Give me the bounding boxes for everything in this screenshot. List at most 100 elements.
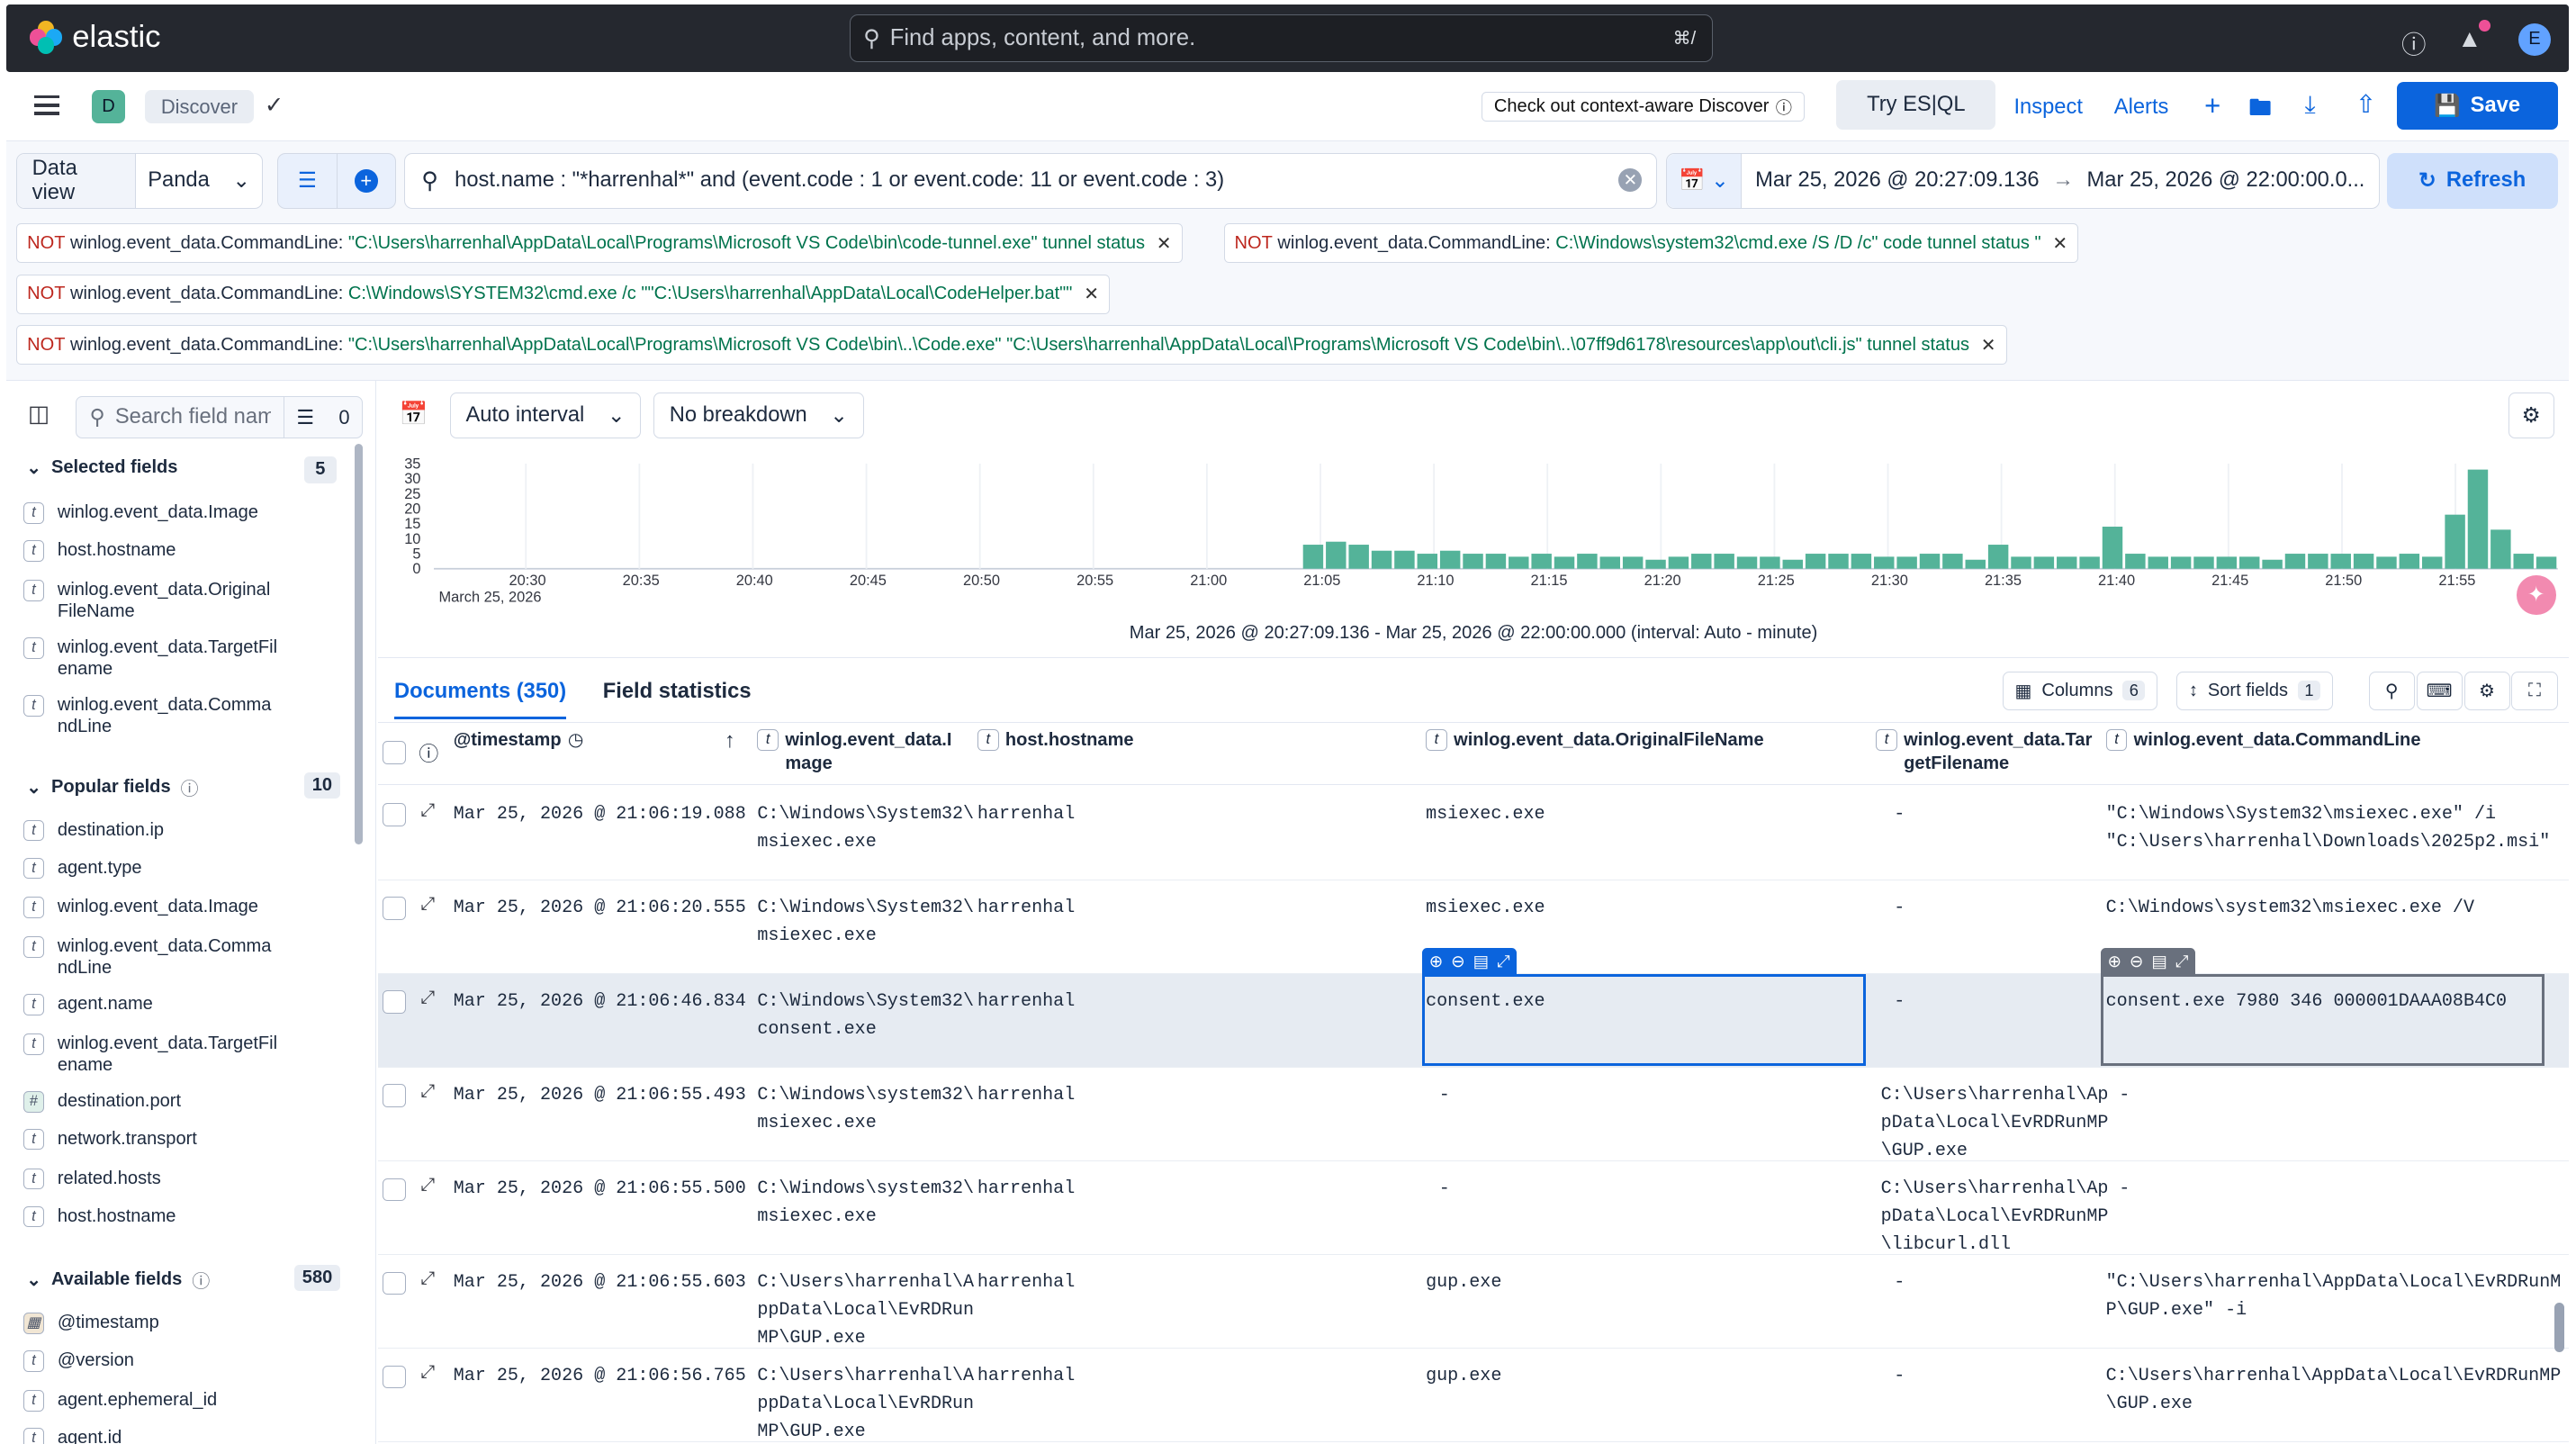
- cell-commandline[interactable]: "C:\Windows\System32\msiexec.exe" /i "C:…: [2106, 800, 2551, 856]
- new-icon[interactable]: +: [2204, 90, 2220, 122]
- expand-row-icon[interactable]: ⤢: [420, 1362, 435, 1383]
- row-checkbox[interactable]: [383, 1365, 406, 1389]
- filter-pill[interactable]: NOT winlog.event_data.CommandLine: "C:\U…: [16, 325, 2007, 366]
- cell-image[interactable]: C:\Windows\system32\ msiexec.exe: [757, 1175, 974, 1231]
- expand-row-icon[interactable]: ⤢: [420, 1175, 435, 1196]
- breakdown-select[interactable]: No breakdown ⌄: [653, 393, 864, 439]
- assistant-icon[interactable]: ✦: [2516, 574, 2556, 615]
- fullscreen-icon[interactable]: ⛶: [2511, 671, 2558, 711]
- table-row[interactable]: ⤢ Mar 25, 2026 @ 21:06:56.765 C:\Users\har…: [377, 1349, 2570, 1443]
- row-checkbox[interactable]: [383, 1178, 406, 1202]
- alerts-link[interactable]: Alerts: [2114, 95, 2169, 120]
- breadcrumb[interactable]: Discover: [144, 90, 255, 123]
- tab-documents[interactable]: Documents (350): [394, 680, 567, 720]
- field-list-item[interactable]: t agent.type: [23, 857, 352, 880]
- cell-commandline[interactable]: -: [2119, 1081, 2130, 1109]
- column-header-image[interactable]: t winlog.event_data.I mage: [757, 729, 962, 775]
- kql-query-input[interactable]: ⚲ host.name : "*harrenhal*" and (event.c…: [403, 152, 1658, 209]
- cell-originalfilename[interactable]: -: [1439, 1175, 1450, 1203]
- sort-ascending-icon[interactable]: ↑: [725, 729, 735, 754]
- date-picker[interactable]: 📅 ⌄ Mar 25, 2026 @ 20:27:09.136 → Mar 25…: [1665, 152, 2381, 209]
- expand-cell-icon[interactable]: ⤢: [2175, 952, 2189, 971]
- cell-image[interactable]: C:\Windows\System32\ msiexec.exe: [757, 894, 974, 950]
- copy-icon[interactable]: ▤: [2151, 952, 2166, 971]
- cell-targetfilename[interactable]: -: [1894, 1362, 1905, 1390]
- field-list-item[interactable]: t destination.ip: [23, 819, 352, 842]
- field-list-item[interactable]: t network.transport: [23, 1128, 352, 1151]
- expand-cell-icon[interactable]: ⤢: [1497, 952, 1510, 971]
- cell-image[interactable]: C:\Windows\System32\ consent.exe: [757, 988, 974, 1043]
- filter-out-icon[interactable]: ⊖: [1451, 952, 1464, 971]
- inspect-link[interactable]: Inspect: [2013, 95, 2082, 120]
- cell-timestamp[interactable]: Mar 25, 2026 @ 21:06:55.603: [454, 1268, 746, 1296]
- refresh-button[interactable]: ↻ Refresh: [2386, 152, 2558, 209]
- field-list-item[interactable]: t agent.id: [23, 1427, 352, 1444]
- field-list-item[interactable]: t winlog.event_data.Original FileName: [23, 580, 352, 622]
- filter-pill[interactable]: NOT winlog.event_data.CommandLine: C:\Wi…: [1223, 223, 2079, 263]
- expand-row-icon[interactable]: ⤢: [420, 894, 435, 915]
- filter-icon[interactable]: ☰: [296, 406, 314, 429]
- help-icon[interactable]: ⓘ: [2401, 24, 2426, 60]
- select-all-checkbox[interactable]: [383, 741, 406, 764]
- filter-out-icon[interactable]: ⊖: [2130, 952, 2143, 971]
- close-icon[interactable]: ✕: [2052, 232, 2067, 255]
- cell-hostname[interactable]: harrenhal: [977, 1362, 1075, 1390]
- cell-originalfilename[interactable]: gup.exe: [1426, 1268, 1501, 1296]
- column-header-originalfilename[interactable]: t winlog.event_data.OriginalFileName: [1426, 729, 1764, 753]
- share-icon[interactable]: ⇧: [2355, 90, 2376, 119]
- field-list-item[interactable]: t @version: [23, 1350, 352, 1372]
- table-row[interactable]: ⤢ Mar 25, 2026 @ 21:06:55.500 C:\Windows\s…: [377, 1161, 2570, 1256]
- cell-image[interactable]: C:\Windows\System32\ msiexec.exe: [757, 800, 974, 856]
- expand-row-icon[interactable]: ⤢: [420, 1081, 435, 1102]
- copy-icon[interactable]: ▤: [1473, 952, 1489, 971]
- cell-hostname[interactable]: harrenhal: [977, 800, 1075, 828]
- tab-field-statistics[interactable]: Field statistics: [603, 680, 752, 704]
- field-list-item[interactable]: t related.hosts: [23, 1168, 352, 1190]
- cell-hostname[interactable]: harrenhal: [977, 894, 1075, 922]
- expand-row-icon[interactable]: ⤢: [420, 1268, 435, 1289]
- row-checkbox[interactable]: [383, 897, 406, 920]
- keyboard-icon[interactable]: ⌨: [2416, 671, 2463, 711]
- columns-button[interactable]: ▦ Columns 6: [2002, 671, 2157, 711]
- close-icon[interactable]: ✕: [1157, 232, 1172, 255]
- clear-query-icon[interactable]: ✕: [1618, 168, 1642, 192]
- open-folder-icon[interactable]: 🖿: [2248, 92, 2272, 131]
- field-list-item[interactable]: t winlog.event_data.TargetFil ename: [23, 1033, 352, 1076]
- download-icon[interactable]: ⤓: [2304, 90, 2315, 120]
- try-esql-button[interactable]: Try ES|QL: [1836, 80, 1996, 131]
- collapse-sidebar-icon[interactable]: ◫: [28, 401, 50, 428]
- field-list-item[interactable]: ▦ @timestamp: [23, 1313, 352, 1334]
- cell-targetfilename[interactable]: -: [1894, 800, 1905, 828]
- cell-hostname[interactable]: harrenhal: [977, 1175, 1075, 1203]
- cell-hostname[interactable]: harrenhal: [977, 1268, 1075, 1296]
- cloud-setup-icon[interactable]: ▲: [2457, 24, 2481, 53]
- field-list-item[interactable]: # destination.port: [23, 1090, 352, 1113]
- field-list-item[interactable]: t agent.ephemeral_id: [23, 1389, 352, 1412]
- date-start[interactable]: Mar 25, 2026 @ 20:27:09.136: [1755, 168, 2040, 193]
- save-button[interactable]: 💾 Save: [2396, 82, 2558, 131]
- date-end[interactable]: Mar 25, 2026 @ 22:00:00.0...: [2087, 168, 2365, 193]
- filter-pill[interactable]: NOT winlog.event_data.CommandLine: "C:\U…: [16, 223, 1183, 263]
- popular-fields-header[interactable]: ⌄ Popular fields ⓘ: [26, 774, 198, 800]
- filter-for-icon[interactable]: ⊕: [1429, 952, 1443, 971]
- sidebar-scrollbar[interactable]: [355, 443, 364, 845]
- field-search-input[interactable]: ⚲ Search field names ☰ 0: [75, 395, 364, 439]
- field-list-item[interactable]: t winlog.event_data.TargetFil ename: [23, 637, 352, 680]
- filter-menu-icon[interactable]: ☰: [278, 154, 336, 208]
- cell-timestamp[interactable]: Mar 25, 2026 @ 21:06:56.765: [454, 1362, 746, 1390]
- table-row[interactable]: ⤢ Mar 25, 2026 @ 21:06:55.603 C:\Users\har…: [377, 1255, 2570, 1349]
- available-fields-header[interactable]: ⌄ Available fields ⓘ: [26, 1267, 210, 1293]
- display-settings-icon[interactable]: ⚙: [2463, 671, 2510, 711]
- column-header-timestamp[interactable]: @timestamp ◷: [454, 729, 584, 753]
- cell-hostname[interactable]: harrenhal: [977, 1081, 1075, 1109]
- cell-commandline[interactable]: C:\Users\harrenhal\AppData\Local\EvRDRun…: [2106, 1362, 2562, 1418]
- field-list-item[interactable]: t agent.name: [23, 994, 352, 1015]
- search-icon[interactable]: ⚲: [2368, 671, 2415, 711]
- cell-commandline[interactable]: -: [2119, 1175, 2130, 1203]
- add-filter-icon[interactable]: +: [336, 153, 395, 208]
- close-icon[interactable]: ✕: [1981, 334, 1996, 356]
- field-list-item[interactable]: t winlog.event_data.Comma ndLine: [23, 936, 352, 979]
- row-checkbox[interactable]: [383, 1271, 406, 1295]
- cell-image[interactable]: C:\Windows\system32\ msiexec.exe: [757, 1081, 974, 1137]
- menu-icon[interactable]: [34, 95, 59, 115]
